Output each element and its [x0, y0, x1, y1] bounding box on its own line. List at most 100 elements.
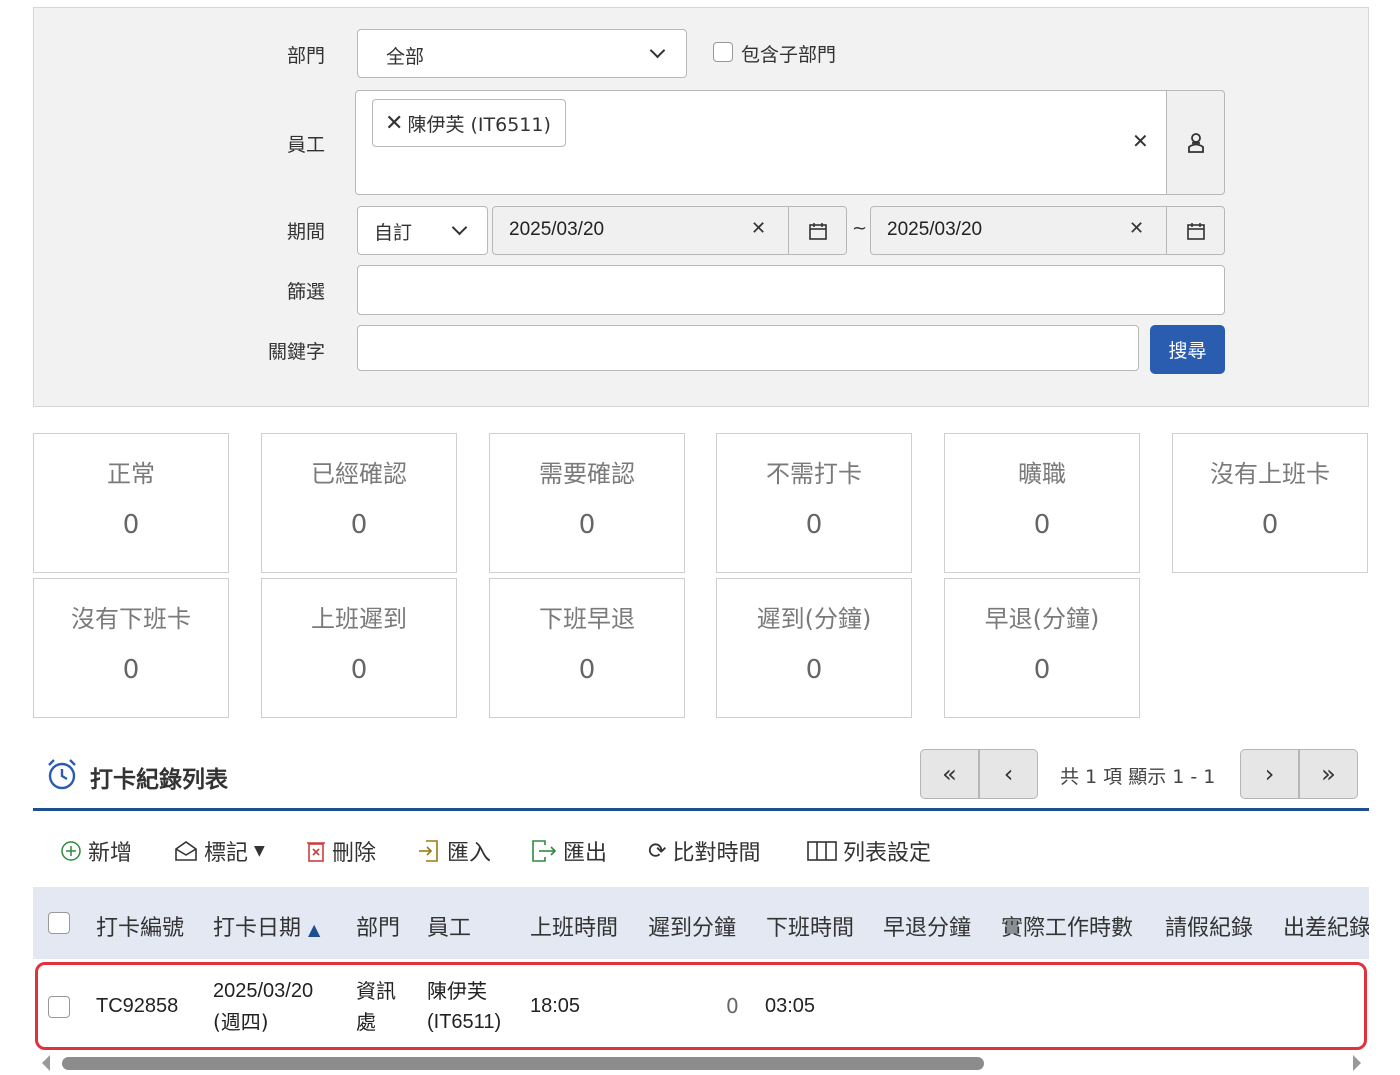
period-mode-value: 自訂 — [374, 222, 413, 244]
divider — [33, 808, 1369, 811]
stat-card[interactable]: 上班遲到 0 — [261, 578, 457, 718]
calendar-icon — [1186, 222, 1205, 240]
stat-value: 0 — [1033, 655, 1051, 685]
period-mode-select[interactable]: 自訂 — [357, 206, 488, 255]
chevron-down-icon — [649, 42, 666, 59]
plus-circle-icon — [61, 841, 81, 861]
clear-date-from-icon[interactable]: ✕ — [751, 220, 766, 238]
cell-out-time: 03:05 — [765, 995, 816, 1017]
chip-remove-icon[interactable]: ✕ — [385, 111, 403, 136]
stat-value: 0 — [1033, 510, 1051, 540]
employee-chip-label: 陳伊芙 (IT6511) — [407, 113, 551, 136]
date-to-calendar-button[interactable] — [1166, 206, 1225, 255]
filter-input[interactable] — [357, 265, 1225, 315]
stat-card[interactable]: 沒有下班卡 0 — [33, 578, 229, 718]
compare-time-button[interactable]: ⟳ 比對時間 — [648, 835, 760, 867]
column-header[interactable]: 上班時間 — [530, 910, 618, 942]
column-header[interactable]: 員工 — [427, 910, 471, 942]
columns-icon — [807, 841, 837, 861]
column-header[interactable]: 打卡日期 ▲ — [213, 910, 320, 942]
department-label: 部門 — [286, 45, 325, 67]
export-button[interactable]: 匯出 — [531, 835, 607, 867]
column-header[interactable]: 早退分鐘 — [883, 910, 971, 942]
column-header[interactable]: 出差紀錄 — [1283, 910, 1369, 942]
column-header[interactable]: 下班時間 — [766, 910, 854, 942]
stat-card[interactable]: 遲到(分鐘) 0 — [716, 578, 912, 718]
envelope-open-icon — [175, 841, 197, 861]
clear-employee-icon[interactable]: ✕ — [1132, 131, 1149, 151]
search-button[interactable]: 搜尋 — [1150, 325, 1225, 374]
stat-card[interactable]: 已經確認 0 — [261, 433, 457, 573]
scrollbar-thumb[interactable] — [62, 1057, 984, 1070]
include-sub-label: 包含子部門 — [741, 44, 837, 66]
date-from-input[interactable]: 2025/03/20 ✕ — [492, 206, 789, 255]
cell-id[interactable]: TC92858 — [96, 991, 178, 1022]
stat-value: 0 — [578, 655, 596, 685]
last-page-button[interactable]: » — [1299, 749, 1358, 799]
stat-card[interactable]: 沒有上班卡 0 — [1172, 433, 1368, 573]
compare-time-label: 比對時間 — [672, 841, 761, 866]
department-select[interactable]: 全部 — [357, 29, 687, 78]
stat-label: 曠職 — [1018, 460, 1066, 488]
date-to-value: 2025/03/20 — [887, 219, 983, 240]
alarm-clock-icon — [48, 759, 76, 790]
add-button[interactable]: 新增 — [60, 835, 132, 867]
calendar-icon — [808, 222, 827, 240]
import-button[interactable]: 匯入 — [417, 835, 491, 867]
next-page-button[interactable]: › — [1240, 749, 1299, 799]
refresh-icon: ⟳ — [648, 838, 667, 864]
stat-card[interactable]: 正常 0 — [33, 433, 229, 573]
trash-icon — [307, 842, 325, 862]
include-sub-checkbox[interactable] — [713, 42, 733, 62]
list-title: 打卡紀錄列表 — [90, 767, 228, 793]
scroll-left-icon[interactable] — [42, 1055, 50, 1071]
date-from-calendar-button[interactable] — [788, 206, 847, 255]
column-header-label: 打卡日期 — [213, 916, 302, 941]
list-settings-label: 列表設定 — [843, 841, 932, 866]
double-chevron-left-icon: « — [942, 760, 957, 788]
stat-card[interactable]: 不需打卡 0 — [716, 433, 912, 573]
employee-chip: ✕ 陳伊芙 (IT6511) — [372, 99, 566, 147]
stat-card[interactable]: 下班早退 0 — [489, 578, 685, 718]
row-checkbox[interactable] — [48, 996, 70, 1018]
stat-value: 0 — [578, 510, 596, 540]
stat-value: 0 — [350, 510, 368, 540]
list-settings-button[interactable]: 列表設定 — [807, 835, 931, 867]
cell-dept: 處 — [356, 1010, 376, 1034]
column-header[interactable]: 部門 — [356, 910, 400, 942]
delete-button[interactable]: 刪除 — [306, 835, 376, 867]
column-header[interactable]: 打卡編號 — [96, 910, 184, 942]
cell-late-min: 0 — [726, 994, 739, 1018]
keyword-input[interactable] — [357, 325, 1139, 371]
stat-label: 早退(分鐘) — [984, 605, 1100, 633]
employee-picker-button[interactable] — [1166, 90, 1225, 195]
export-icon — [532, 840, 557, 862]
scroll-right-icon[interactable] — [1353, 1055, 1361, 1071]
stat-label: 不需打卡 — [766, 460, 862, 488]
employee-label: 員工 — [286, 134, 325, 156]
sort-up-icon: ▲ — [308, 920, 321, 939]
date-separator: ~ — [852, 218, 868, 239]
column-header[interactable]: 請假紀錄 — [1165, 910, 1253, 942]
mark-label: 標記 — [204, 841, 249, 866]
select-all-checkbox[interactable] — [48, 912, 70, 934]
import-label: 匯入 — [447, 841, 492, 866]
column-header[interactable]: 遲到分鐘 — [648, 910, 736, 942]
stat-value: 0 — [805, 510, 823, 540]
chevron-down-icon — [451, 219, 468, 236]
stat-card[interactable]: 需要確認 0 — [489, 433, 685, 573]
stat-label: 下班早退 — [539, 605, 635, 633]
first-page-button[interactable]: « — [920, 749, 979, 799]
mark-button[interactable]: 標記 ▼ — [174, 835, 265, 867]
import-icon — [419, 840, 438, 862]
stat-value: 0 — [122, 510, 140, 540]
stat-card[interactable]: 曠職 0 — [944, 433, 1140, 573]
date-to-input[interactable]: 2025/03/20 ✕ — [870, 206, 1167, 255]
column-header[interactable]: 實際工作時數 — [1001, 910, 1133, 942]
stat-card[interactable]: 早退(分鐘) 0 — [944, 578, 1140, 718]
person-picker-icon — [1187, 132, 1204, 153]
stat-label: 需要確認 — [539, 460, 635, 488]
prev-page-button[interactable]: ‹ — [979, 749, 1038, 799]
clear-date-to-icon[interactable]: ✕ — [1129, 220, 1144, 238]
stat-value: 0 — [122, 655, 140, 685]
